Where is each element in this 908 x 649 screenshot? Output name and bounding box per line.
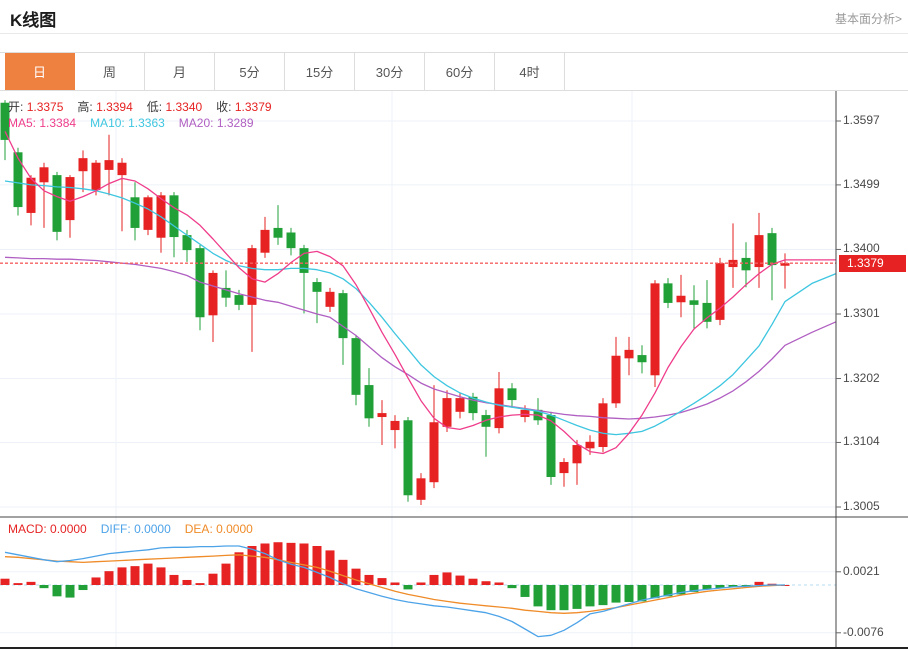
- macd-value: MACD: 0.0000: [8, 522, 87, 536]
- main-chart-plot[interactable]: [0, 91, 836, 517]
- price-tick-label: 1.3499: [843, 176, 880, 191]
- price-tick-label: 1.3301: [843, 306, 880, 320]
- ma-legend: MA5: 1.3384 MA10: 1.3363 MA20: 1.3289: [8, 116, 268, 130]
- macd-tick-label: -0.0076: [843, 624, 884, 639]
- price-tick-label: 1.3104: [843, 434, 880, 449]
- high-value: 高: 1.3394: [77, 100, 133, 114]
- current-price-badge: 1.3379: [839, 255, 906, 272]
- ma20-value: MA20: 1.3289: [178, 116, 254, 130]
- price-tick-label: 1.3597: [843, 113, 880, 127]
- dea-value: DEA: 0.0000: [184, 522, 253, 536]
- price-tick-label: 1.3400: [843, 241, 880, 256]
- open-value: 开: 1.3375: [8, 100, 64, 114]
- ohlc-legend: 开: 1.3375 高: 1.3394 低: 1.3340 收: 1.3379: [8, 98, 286, 115]
- diff-value: DIFF: 0.0000: [100, 522, 171, 536]
- price-tick-label: 1.3202: [843, 370, 880, 385]
- macd-legend: MACD: 0.0000 DIFF: 0.0000 DEA: 0.0000: [8, 522, 267, 536]
- close-value: 收: 1.3379: [216, 100, 272, 114]
- ma5-value: MA5: 1.3384: [8, 116, 77, 130]
- ma10-value: MA10: 1.3363: [90, 116, 165, 130]
- low-value: 低: 1.3340: [146, 100, 203, 114]
- macd-tick-label: 0.0021: [843, 563, 880, 578]
- macd-plot[interactable]: [0, 517, 836, 648]
- price-tick-label: 1.3005: [843, 499, 880, 513]
